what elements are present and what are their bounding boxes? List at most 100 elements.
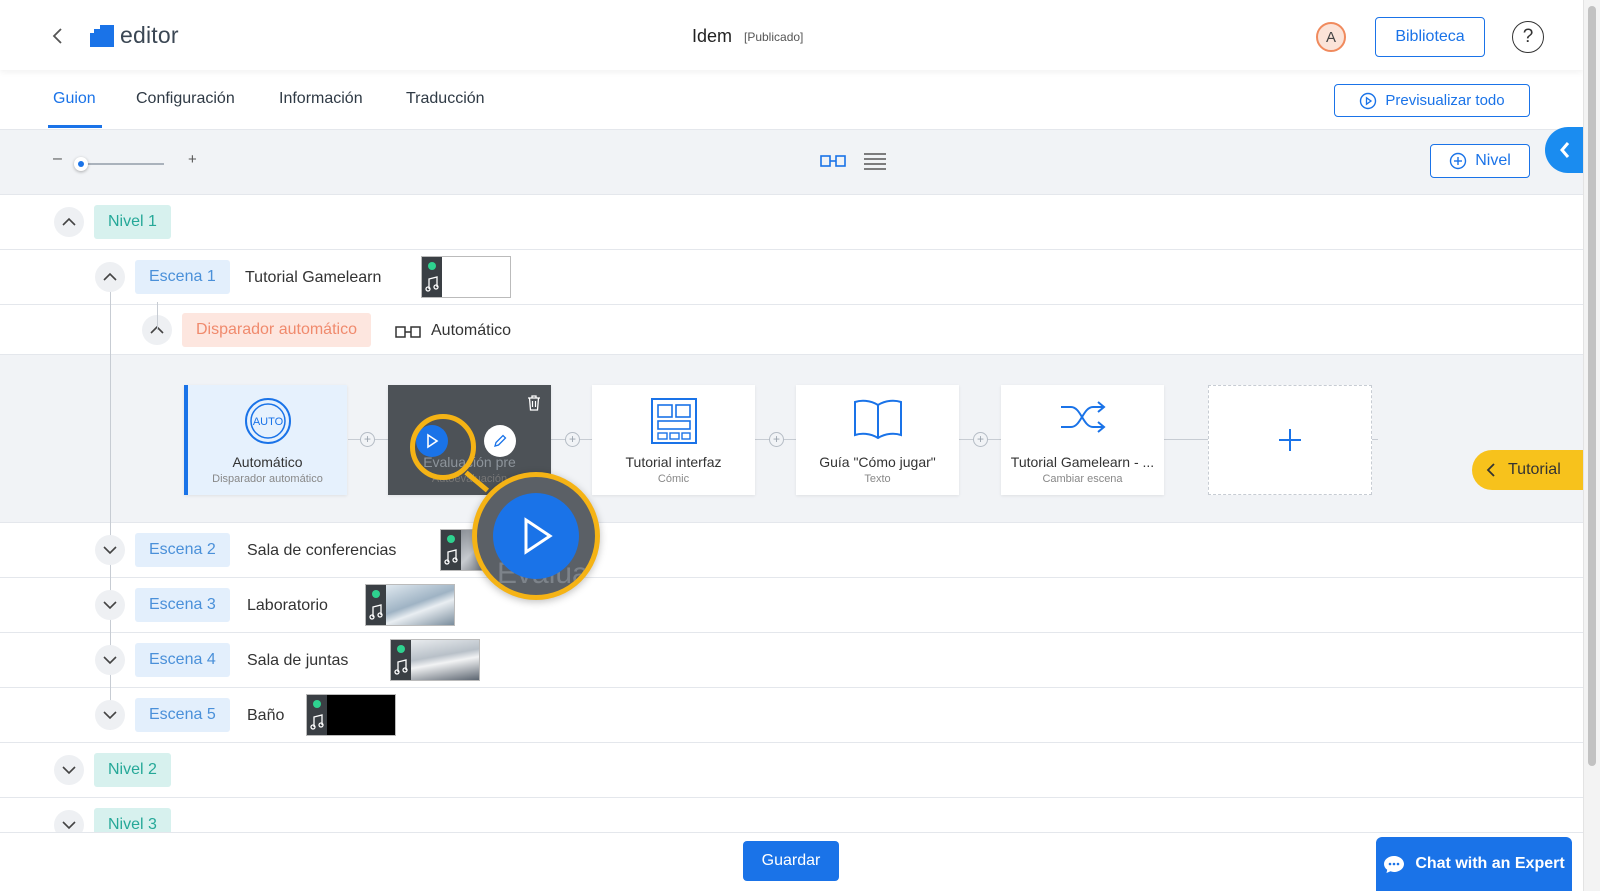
flow-card-cambiar-escena[interactable]: Tutorial Gamelearn - ... Cambiar escena — [1001, 385, 1164, 495]
chevron-down-icon[interactable] — [95, 700, 125, 730]
chevron-down-icon[interactable] — [54, 755, 84, 785]
chevron-down-icon[interactable] — [95, 645, 125, 675]
scene-badge[interactable]: Escena 4 — [135, 643, 230, 677]
back-arrow-icon[interactable] — [50, 26, 66, 46]
tutorial-button[interactable]: Tutorial — [1472, 450, 1587, 490]
level-badge[interactable]: Nivel 1 — [94, 205, 171, 239]
preview-all-label: Previsualizar todo — [1385, 92, 1505, 109]
flow-card-guia[interactable]: Guía "Cómo jugar" Texto — [796, 385, 959, 495]
tab-traduccion[interactable]: Traducción — [406, 90, 485, 108]
zoom-magnifier: Evalua — [472, 472, 600, 600]
music-note-icon — [444, 549, 458, 565]
chevron-left-icon — [1486, 463, 1495, 477]
insert-node-button[interactable]: + — [565, 432, 580, 447]
trigger-badge[interactable]: Disparador automático — [182, 313, 371, 347]
chat-with-expert-button[interactable]: Chat with an Expert — [1376, 837, 1572, 891]
active-tab-indicator — [48, 125, 102, 128]
scene-thumbnail[interactable] — [421, 256, 511, 298]
scene-row: Escena 2 Sala de conferencias — [0, 523, 1583, 578]
card-subtitle: Cómic — [657, 473, 690, 485]
plus-circle-icon — [1450, 152, 1467, 170]
scene-row: Escena 4 Sala de juntas — [0, 633, 1583, 688]
add-level-button[interactable]: Nivel — [1430, 144, 1530, 178]
tree-connector-line — [157, 302, 158, 330]
add-node-card[interactable] — [1208, 385, 1372, 495]
tab-informacion[interactable]: Información — [279, 90, 363, 108]
auto-icon: AUTO — [244, 398, 291, 444]
trigger-mode: Automático — [431, 322, 512, 339]
list-view-icon[interactable] — [864, 152, 886, 175]
publish-status: [Publicado] — [744, 30, 804, 44]
scene-badge[interactable]: Escena 5 — [135, 698, 230, 732]
page-scrollbar[interactable] — [1583, 0, 1600, 891]
library-button[interactable]: Biblioteca — [1375, 17, 1485, 57]
tab-configuracion[interactable]: Configuración — [136, 90, 235, 108]
scene-name: Laboratorio — [247, 597, 328, 614]
preview-all-button[interactable]: Previsualizar todo — [1334, 84, 1530, 117]
zoom-in-button[interactable]: + — [188, 151, 197, 168]
flow-view-icon[interactable] — [820, 154, 846, 173]
help-icon[interactable]: ? — [1512, 21, 1544, 53]
play-circle-icon — [1360, 92, 1377, 109]
plus-icon — [1279, 429, 1301, 451]
scrollbar-thumb[interactable] — [1588, 6, 1596, 766]
comic-icon — [650, 398, 697, 444]
play-icon — [524, 517, 553, 555]
scene-name: Tutorial Gamelearn — [245, 269, 382, 286]
flow-card-tutorial-interfaz[interactable]: Tutorial interfaz Cómic — [592, 385, 755, 495]
scene-row: Escena 5 Baño — [0, 688, 1583, 743]
music-note-icon — [310, 714, 324, 730]
add-level-label: Nivel — [1475, 152, 1511, 169]
side-panel-toggle[interactable] — [1545, 127, 1585, 173]
zoom-out-button[interactable]: – — [53, 150, 62, 168]
canvas-toolbar: – + Nivel — [0, 130, 1583, 195]
app-header: editor Idem [Publicado] A Biblioteca ? — [0, 0, 1583, 70]
music-note-icon — [425, 276, 439, 292]
level-row: Nivel 2 — [0, 743, 1583, 798]
highlight-ring — [410, 414, 476, 480]
chat-bubble-icon — [1384, 856, 1405, 873]
scene-badge[interactable]: Escena 2 — [135, 533, 230, 567]
chevron-up-icon[interactable] — [95, 262, 125, 292]
scene-badge[interactable]: Escena 3 — [135, 588, 230, 622]
scene-thumbnail[interactable] — [390, 639, 480, 681]
zoom-slider-thumb[interactable] — [74, 157, 88, 171]
chevron-up-icon[interactable] — [54, 207, 84, 237]
chevron-down-icon[interactable] — [95, 590, 125, 620]
insert-node-button[interactable]: + — [769, 432, 784, 447]
trash-icon[interactable] — [526, 394, 542, 412]
music-note-icon — [369, 604, 383, 620]
scene-thumbnail[interactable] — [306, 694, 396, 736]
level-badge[interactable]: Nivel 2 — [94, 753, 171, 787]
chat-label: Chat with an Expert — [1415, 855, 1565, 872]
zoom-slider-track[interactable] — [78, 163, 164, 165]
flow-card-auto[interactable]: AUTO Automático Disparador automático — [184, 385, 347, 495]
card-subtitle: Cambiar escena — [1042, 473, 1123, 485]
flow-canvas: AUTO Automático Disparador automático + … — [0, 355, 1583, 523]
book-icon — [853, 399, 902, 440]
insert-node-button[interactable]: + — [360, 432, 375, 447]
save-button[interactable]: Guardar — [743, 841, 839, 881]
magnified-play-button — [493, 493, 579, 579]
scene-thumbnail[interactable] — [365, 584, 455, 626]
edit-node-button[interactable] — [484, 425, 516, 457]
card-subtitle: Disparador automático — [212, 473, 323, 485]
logo-icon — [90, 24, 114, 47]
logo-text: editor — [120, 22, 179, 48]
shuffle-icon — [1060, 401, 1106, 433]
editor-logo[interactable]: editor — [90, 22, 179, 49]
level-row: Nivel 1 — [0, 195, 1583, 250]
scene-badge[interactable]: Escena 1 — [135, 260, 230, 294]
scene-row: Escena 1 Tutorial Gamelearn — [0, 250, 1583, 305]
chevron-down-icon[interactable] — [95, 535, 125, 565]
scene-name: Sala de conferencias — [247, 542, 397, 559]
user-avatar[interactable]: A — [1316, 22, 1346, 52]
flow-connect-icon — [395, 326, 421, 338]
tab-bar: Guion Configuración Información Traducci… — [0, 70, 1583, 130]
svg-text:AUTO: AUTO — [252, 416, 283, 428]
card-title: Automático — [232, 454, 303, 470]
tab-guion[interactable]: Guion — [53, 90, 96, 108]
music-note-icon — [394, 659, 408, 675]
trigger-row: Disparador automático Automático — [0, 305, 1583, 355]
insert-node-button[interactable]: + — [973, 432, 988, 447]
